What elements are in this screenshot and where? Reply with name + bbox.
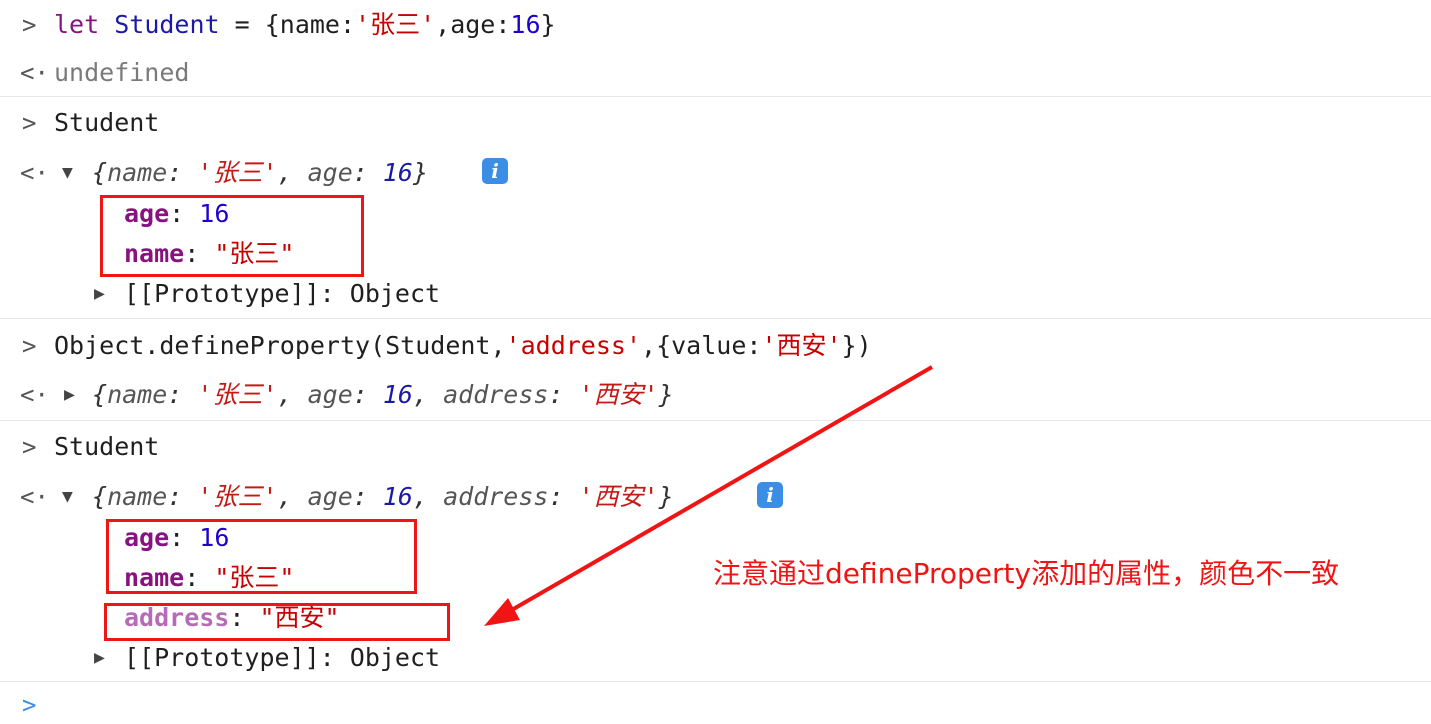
info-icon[interactable]: i (482, 158, 508, 184)
triangle-down-icon[interactable]: ▼ (62, 478, 73, 516)
prototype-row[interactable]: ▶ [[Prototype]]: Object (0, 275, 1431, 313)
console-input-row[interactable]: > let Student = {name:'张三',age:16} (0, 6, 1431, 44)
return-arrow-icon: <· (20, 159, 49, 187)
console-input-text: Student (54, 432, 160, 461)
console-result-row: <· undefined (0, 54, 1431, 92)
highlight-box (106, 519, 417, 594)
console-input-text: Student (54, 108, 160, 137)
object-preview-row[interactable]: <· ▼ {name: '张三', age: 16, address: '西安'… (0, 478, 1431, 516)
chevron-right-icon: > (22, 332, 37, 360)
divider (0, 681, 1431, 682)
prototype-row[interactable]: ▶ [[Prototype]]: Object (0, 639, 1431, 677)
console-input-row[interactable]: > Student (0, 104, 1431, 142)
divider (0, 420, 1431, 421)
object-preview-row[interactable]: <· ▶ {name: '张三', age: 16, address: '西安'… (0, 376, 1431, 414)
console-input-row[interactable]: > Student (0, 428, 1431, 466)
return-arrow-icon: <· (20, 483, 49, 511)
divider (0, 318, 1431, 319)
prototype-label: [[Prototype]]: Object (124, 279, 441, 308)
prototype-label: [[Prototype]]: Object (124, 643, 441, 672)
annotation-text: 注意通过defineProperty添加的属性，颜色不一致 (713, 557, 1340, 590)
chevron-right-icon: > (22, 11, 37, 39)
console-prompt[interactable]: > (0, 686, 1431, 724)
return-arrow-icon: <· (20, 381, 49, 409)
object-preview: {name: '张三', age: 16} (92, 158, 429, 187)
chevron-right-icon: > (22, 109, 37, 137)
object-preview: {name: '张三', age: 16, address: '西安'} (92, 482, 674, 511)
highlight-box (100, 195, 364, 277)
object-preview-row[interactable]: <· ▼ {name: '张三', age: 16} i (0, 154, 1431, 192)
chevron-right-icon: > (22, 433, 37, 461)
triangle-right-icon[interactable]: ▶ (94, 639, 105, 677)
highlight-box (104, 603, 450, 641)
info-icon[interactable]: i (757, 482, 783, 508)
object-preview: {name: '张三', age: 16, address: '西安'} (92, 380, 674, 409)
return-arrow-icon: <· (20, 59, 49, 87)
console-input-text: let Student = {name:'张三',age:16} (54, 10, 556, 39)
triangle-down-icon[interactable]: ▼ (62, 154, 73, 192)
console-input-text: Object.defineProperty(Student,'address',… (54, 331, 872, 360)
divider (0, 96, 1431, 97)
console-input-row[interactable]: > Object.defineProperty(Student,'address… (0, 327, 1431, 365)
chevron-right-icon: > (22, 691, 37, 719)
result-undefined: undefined (54, 58, 190, 87)
triangle-right-icon[interactable]: ▶ (94, 275, 105, 313)
triangle-right-icon[interactable]: ▶ (64, 376, 75, 414)
